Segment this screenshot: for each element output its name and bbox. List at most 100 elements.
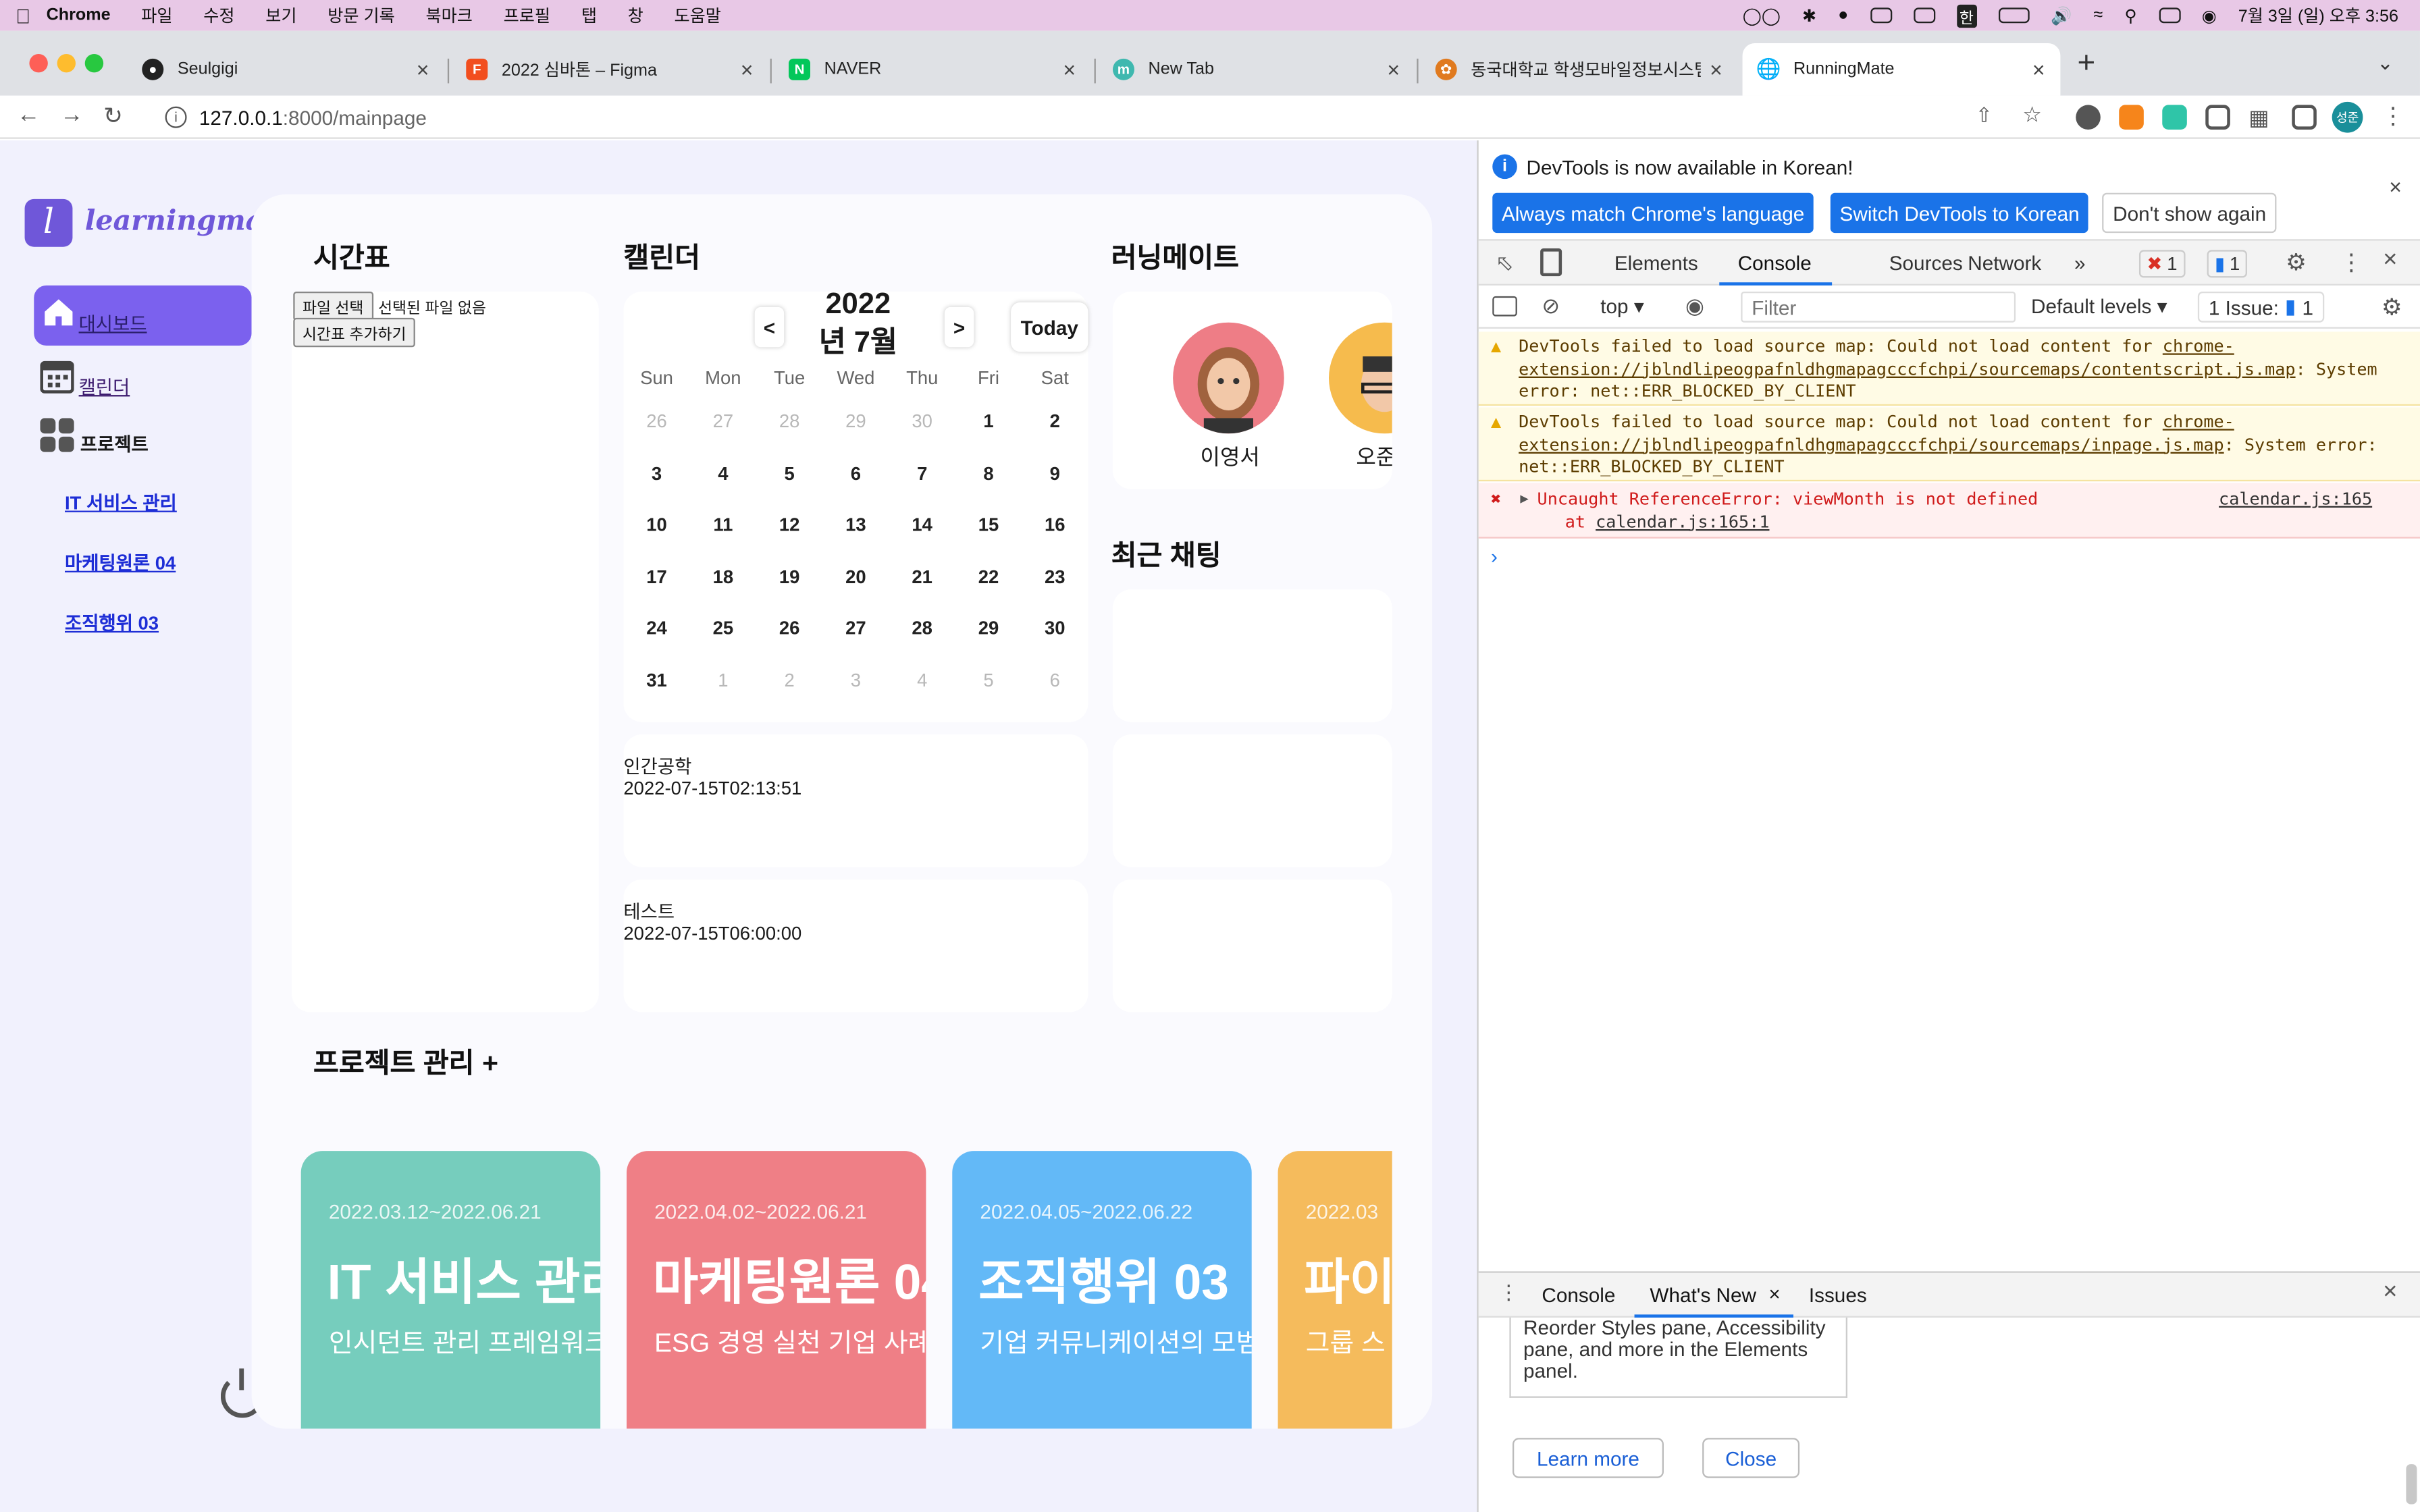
calendar-day[interactable]: 22 — [955, 566, 1022, 587]
calendar-day[interactable]: 1 — [690, 669, 756, 691]
avatar[interactable] — [1173, 322, 1284, 434]
close-window-icon[interactable] — [29, 53, 48, 73]
more-options-icon[interactable]: ⋮ — [2340, 248, 2363, 276]
share-icon[interactable]: ⇧ — [1976, 103, 1993, 128]
match-language-button[interactable]: Always match Chrome's language — [1492, 192, 1814, 234]
close-tab-icon[interactable]: × — [741, 57, 754, 82]
extension-icon[interactable] — [2076, 105, 2101, 130]
calendar-day[interactable]: 28 — [756, 410, 822, 432]
calendar-day[interactable]: 21 — [889, 566, 955, 587]
avatar[interactable]: 성준 — [2332, 101, 2363, 133]
close-devtools-icon[interactable]: × — [2383, 247, 2397, 275]
calendar-day[interactable]: 28 — [889, 617, 955, 639]
sidebar-item-dashboard[interactable]: 대시보드 — [34, 285, 252, 346]
tab-elements[interactable]: Elements — [1614, 252, 1698, 275]
close-tab-icon[interactable]: × — [1387, 57, 1400, 82]
section-title-project-management[interactable]: 프로젝트 관리 + — [313, 1042, 498, 1081]
calendar-day[interactable]: 17 — [623, 566, 689, 587]
event-card[interactable]: 테스트 2022-07-15T06:00:00 — [623, 879, 1088, 1013]
browser-tab[interactable]: ● Seulgigi × — [126, 43, 444, 96]
device-toolbar-icon[interactable] — [1540, 248, 1562, 277]
learn-more-button[interactable]: Learn more — [1512, 1438, 1664, 1478]
calendar-day[interactable]: 6 — [1022, 669, 1088, 691]
minimize-window-icon[interactable] — [57, 53, 76, 73]
browser-tab[interactable]: ✿ 동국대학교 학생모바일정보시스템 × — [1420, 43, 1738, 96]
bookmark-star-icon[interactable]: ☆ — [2022, 102, 2042, 128]
tab-network[interactable]: Network — [1968, 252, 2041, 275]
control-center-icon[interactable] — [2158, 7, 2180, 24]
calendar-day[interactable]: 29 — [822, 410, 889, 432]
calendar-day[interactable]: 29 — [955, 617, 1022, 639]
sidebar-project-link[interactable]: 마케팅원론 04 — [65, 549, 176, 576]
forward-icon[interactable]: → — [60, 102, 83, 128]
close-icon[interactable]: × — [2389, 174, 2402, 199]
siri-icon[interactable]: ◉ — [2202, 5, 2217, 25]
console-filter-input[interactable] — [1741, 291, 2016, 323]
project-card[interactable]: 2022.04.05~2022.06.22 조직행위 03 기업 커뮤니케이션의… — [952, 1151, 1252, 1429]
message-count-badge[interactable]: ▮ 1 — [2207, 250, 2248, 278]
calendar-day[interactable]: 7 — [889, 462, 955, 484]
metamask-icon[interactable] — [2119, 105, 2144, 130]
calendar-day[interactable]: 6 — [822, 462, 889, 484]
browser-tab[interactable]: F 2022 심바톤 – Figma × — [450, 43, 768, 96]
extension-icon[interactable] — [2205, 105, 2230, 130]
calendar-day[interactable]: 30 — [889, 410, 955, 432]
glasses-icon[interactable]: ◯◯ — [1743, 5, 1781, 25]
project-card[interactable]: 2022.04.02~2022.06.21 마케팅원론 04 ESG 경영 실천… — [626, 1151, 926, 1429]
dont-show-button[interactable]: Don't show again — [2102, 192, 2278, 234]
close-tab-icon[interactable]: × — [417, 57, 429, 82]
menu-item-help[interactable]: 도움말 — [675, 3, 721, 28]
calendar-day[interactable]: 19 — [756, 566, 822, 587]
bluetooth-icon[interactable]: ✱ — [1802, 5, 1816, 25]
menu-item-edit[interactable]: 수정 — [203, 3, 234, 28]
console-prompt-icon[interactable]: › — [1491, 545, 1498, 568]
eye-icon[interactable]: ◉ — [1685, 293, 1704, 319]
settings-gear-icon[interactable]: ⚙ — [2286, 248, 2307, 276]
back-icon[interactable]: ← — [17, 102, 40, 128]
menu-item-app[interactable]: Chrome — [47, 6, 111, 24]
address-bar[interactable]: i 127.0.0.1:8000/mainpage ⇧ ☆ — [150, 99, 2063, 136]
avatar[interactable] — [1328, 322, 1392, 434]
expand-arrow-icon[interactable]: ▶ — [1520, 489, 1528, 512]
error-source-link[interactable]: calendar.js:165 — [2219, 489, 2372, 512]
volume-icon[interactable]: 🔊 — [2051, 5, 2072, 25]
inspect-icon[interactable]: ⬁ — [1496, 250, 1514, 276]
switch-language-button[interactable]: Switch DevTools to Korean — [1830, 192, 2089, 234]
calendar-day[interactable]: 2 — [1022, 410, 1088, 432]
log-levels-select[interactable]: Default levels ▾ — [2031, 295, 2167, 320]
zoom-window-icon[interactable] — [84, 53, 104, 73]
close-drawer-icon[interactable]: × — [2383, 1279, 2397, 1307]
calendar-day[interactable]: 13 — [822, 514, 889, 535]
calendar-day[interactable]: 25 — [690, 617, 756, 639]
drawer-menu-icon[interactable]: ⋮ — [1498, 1280, 1519, 1305]
close-tab-icon[interactable]: × — [1768, 1282, 1780, 1305]
tab-search-icon[interactable]: ⌄ — [2377, 51, 2394, 76]
menu-item-profiles[interactable]: 프로필 — [504, 3, 550, 28]
menu-item-tab[interactable]: 탭 — [581, 3, 597, 28]
chat-card[interactable] — [1112, 734, 1392, 867]
site-info-icon[interactable]: i — [165, 106, 187, 128]
sidebar-toggle-icon[interactable] — [1492, 296, 1517, 317]
browser-tab[interactable]: m New Tab × — [1097, 43, 1415, 96]
next-month-button[interactable]: > — [944, 306, 974, 348]
wifi-icon[interactable]: ≈ — [2094, 6, 2103, 24]
puzzle-icon[interactable]: ▦ — [2248, 105, 2273, 130]
sidebar-item-project[interactable]: 프로젝트 — [34, 415, 251, 458]
calendar-day[interactable]: 16 — [1022, 514, 1088, 535]
drawer-tab-console[interactable]: Console — [1542, 1284, 1615, 1307]
calendar-day[interactable]: 3 — [822, 669, 889, 691]
today-button[interactable]: Today — [1011, 302, 1088, 352]
calendar-day[interactable]: 12 — [756, 514, 822, 535]
close-tab-icon[interactable]: × — [1063, 57, 1076, 82]
calendar-day[interactable]: 26 — [623, 410, 689, 432]
calendar-day[interactable]: 18 — [690, 566, 756, 587]
calendar-day[interactable]: 3 — [623, 462, 689, 484]
tab-sources[interactable]: Sources — [1889, 252, 1963, 275]
notification-icon[interactable]: ● — [1838, 6, 1848, 24]
reload-icon[interactable]: ↻ — [103, 102, 123, 130]
calendar-day[interactable]: 15 — [955, 514, 1022, 535]
sidebar-project-link[interactable]: 조직행위 03 — [65, 610, 159, 636]
menu-item-window[interactable]: 창 — [628, 3, 643, 28]
more-tabs-icon[interactable]: » — [2074, 252, 2086, 275]
calendar-day[interactable]: 10 — [623, 514, 689, 535]
